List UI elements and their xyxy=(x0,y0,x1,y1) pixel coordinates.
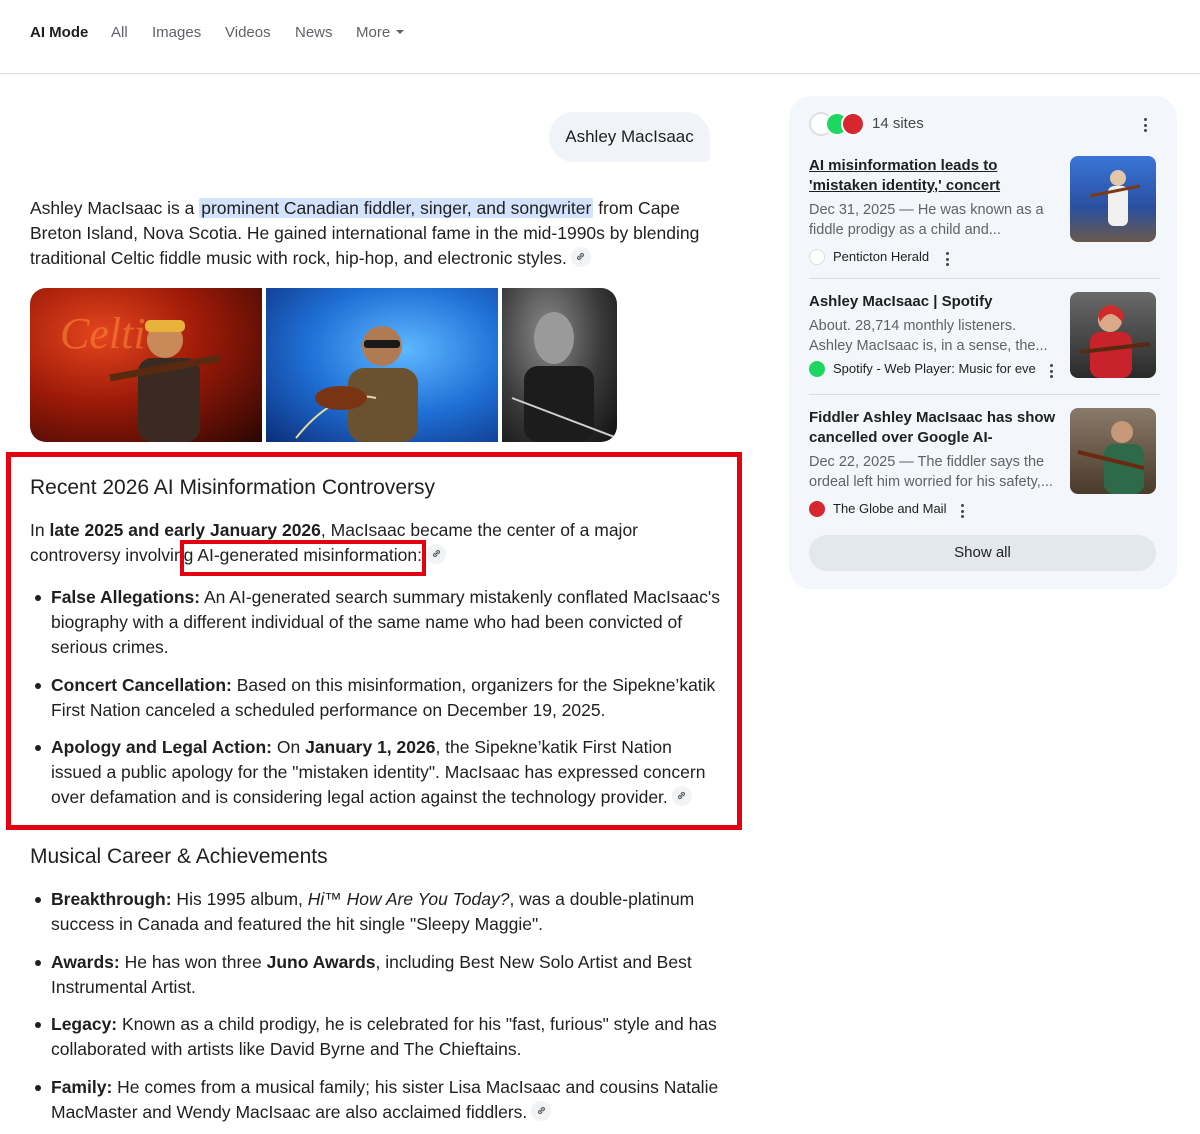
list-item: Legacy: Known as a child prodigy, he is … xyxy=(30,1012,720,1062)
tab-more[interactable]: More xyxy=(356,24,405,42)
source-card-title[interactable]: Fiddler Ashley MacIsaac has show cancell… xyxy=(809,408,1061,448)
top-navigation: AI Mode All Images Videos News More xyxy=(0,0,1200,74)
image-fiddler-celtic-stage[interactable]: Celtic xyxy=(30,288,262,442)
globe-and-mail-icon xyxy=(809,500,825,517)
source-card-title[interactable]: Ashley MacIsaac | Spotify xyxy=(809,292,1061,312)
tab-more-label: More xyxy=(356,24,391,41)
bullet-label: Breakthrough: xyxy=(51,889,172,909)
section-heading-career: Musical Career & Achievements xyxy=(30,845,328,868)
list-item: Breakthrough: His 1995 album, Hi™ How Ar… xyxy=(30,887,720,937)
source-card-snippet: About. 28,714 monthly listeners. Ashley … xyxy=(809,318,1048,354)
bullet-text: His 1995 album, xyxy=(171,889,308,909)
globe-and-mail-favicon xyxy=(841,112,865,136)
source-card-thumbnail xyxy=(1070,156,1156,242)
fiddler-photo-3 xyxy=(511,312,617,442)
source-card[interactable]: Ashley MacIsaac | Spotify About. 28,714 … xyxy=(809,292,1160,402)
bullet-text: He comes from a musical family; his sist… xyxy=(51,1076,719,1122)
source-card-publisher: The Globe and Mail xyxy=(809,500,946,518)
link-icon[interactable] xyxy=(570,247,591,268)
thumbnail-image xyxy=(1079,305,1151,378)
bullet-label: Awards: xyxy=(51,951,120,972)
list-item: Family: He comes from a musical family; … xyxy=(30,1075,720,1125)
sources-count: 14 sites xyxy=(872,115,924,132)
bullet-text: Known as a child prodigy, he is celebrat… xyxy=(51,1014,717,1059)
publisher-name: Penticton Herald xyxy=(833,249,930,264)
intro-text-before: Ashley MacIsaac is a xyxy=(30,198,200,218)
tab-videos[interactable]: Videos xyxy=(225,24,271,42)
list-item: Awards: He has won three Juno Awards, in… xyxy=(30,950,720,1000)
more-options-icon[interactable] xyxy=(1144,118,1148,132)
career-list: Breakthrough: His 1995 album, Hi™ How Ar… xyxy=(30,887,720,1134)
source-card-thumbnail xyxy=(1070,292,1156,378)
image-fiddler-blue-backdrop[interactable] xyxy=(266,288,498,442)
tab-all[interactable]: All xyxy=(111,24,128,42)
divider xyxy=(809,394,1160,395)
fiddler-photo-1: Celtic xyxy=(60,309,221,442)
publisher-name: The Globe and Mail xyxy=(833,501,947,516)
sources-header[interactable]: 14 sites xyxy=(809,112,1159,136)
more-options-icon[interactable] xyxy=(946,252,950,266)
source-card-title[interactable]: AI misinformation leads to 'mistaken ide… xyxy=(809,156,1061,196)
bullet-text: He has won three xyxy=(119,951,267,972)
sources-panel: 14 sites AI misinformation leads to 'mis… xyxy=(789,96,1177,589)
bullet-label: Legacy: xyxy=(51,1014,118,1034)
chevron-down-icon xyxy=(396,30,405,35)
intro-highlight[interactable]: prominent Canadian fiddler, singer, and … xyxy=(199,198,594,218)
bullet-bold-awards: Juno Awards xyxy=(266,951,376,972)
source-card-publisher: Penticton Herald xyxy=(809,248,929,266)
source-card-thumbnail xyxy=(1070,408,1156,494)
annotation-box-section xyxy=(6,452,742,830)
fiddler-photo-2 xyxy=(295,326,418,442)
divider xyxy=(809,278,1160,279)
more-options-icon[interactable] xyxy=(1050,364,1054,378)
source-card[interactable]: AI misinformation leads to 'mistaken ide… xyxy=(809,156,1160,266)
bullet-label: Family: xyxy=(51,1076,113,1097)
tab-news[interactable]: News xyxy=(295,24,333,42)
user-query-bubble: Ashley MacIsaac xyxy=(549,112,710,162)
publisher-icon xyxy=(809,248,825,265)
source-card[interactable]: Fiddler Ashley MacIsaac has show cancell… xyxy=(809,408,1160,518)
intro-paragraph: Ashley MacIsaac is a prominent Canadian … xyxy=(30,196,710,271)
tab-images[interactable]: Images xyxy=(152,24,201,42)
thumbnail-image xyxy=(1089,170,1141,226)
source-card-snippet: Dec 31, 2025 — He was known as a fiddle … xyxy=(809,202,1044,238)
more-options-icon[interactable] xyxy=(961,504,965,518)
annotation-box-phrase xyxy=(180,540,426,576)
spotify-icon xyxy=(809,360,825,377)
album-title: Hi™ How Are You Today? xyxy=(307,889,510,909)
source-card-snippet: Dec 22, 2025 — The fiddler says the orde… xyxy=(809,454,1053,490)
link-icon[interactable] xyxy=(531,1100,552,1121)
show-all-button[interactable]: Show all xyxy=(809,535,1156,571)
thumbnail-image xyxy=(1077,421,1145,494)
source-card-publisher: Spotify - Web Player: Music for eve xyxy=(809,360,1036,378)
image-fiddler-portrait-bw[interactable] xyxy=(502,288,617,442)
tab-ai-mode[interactable]: AI Mode xyxy=(30,24,88,42)
publisher-name: Spotify - Web Player: Music for eve xyxy=(833,361,1036,376)
